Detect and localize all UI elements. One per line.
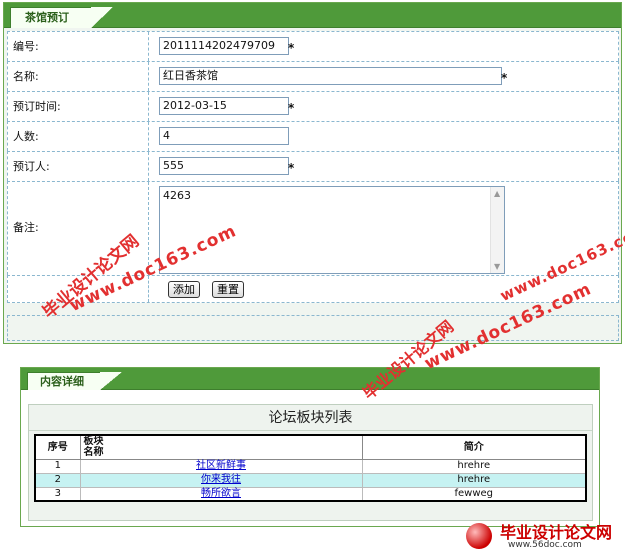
section-link[interactable]: 你来我往 [201, 474, 241, 485]
table-row: 2 你来我往 hrehre [34, 472, 587, 488]
forum-list-box: 论坛板块列表 序号 板块名称 简介 1 社区新鲜事 hrehre 2 你来我往 … [28, 404, 593, 521]
content-panel: 内容详细 论坛板块列表 序号 板块名称 简介 1 社区新鲜事 hrehre 2 … [20, 367, 600, 527]
row-name-cell: 社区新鲜事 [79, 458, 363, 474]
form-row-time: 预订时间: 2012-03-15 * [7, 91, 619, 121]
required-mark: * [288, 101, 295, 115]
people-input[interactable]: 4 [159, 127, 289, 145]
header-index: 序号 [34, 434, 81, 460]
reset-button[interactable]: 重置 [212, 281, 244, 298]
booking-tab-bar: 茶馆预订 [4, 3, 621, 28]
scroll-up-icon[interactable]: ▲ [494, 189, 500, 198]
form-row-booker: 预订人: 555 * [7, 151, 619, 181]
id-input[interactable]: 2011114202479709 [159, 37, 289, 55]
required-mark: * [288, 161, 295, 175]
logo-ball-icon [466, 523, 492, 549]
table-row: 1 社区新鲜事 hrehre [34, 458, 587, 474]
form-row-name: 名称: 红日香茶馆 * [7, 61, 619, 91]
forum-list-caption: 论坛板块列表 [29, 405, 592, 431]
content-tab-bar: 内容详细 [21, 368, 599, 390]
name-input[interactable]: 红日香茶馆 [159, 67, 502, 85]
add-button[interactable]: 添加 [168, 281, 200, 298]
site-logo: 毕业设计论文网 www.56doc.com [460, 519, 625, 554]
time-label: 预订时间: [8, 92, 149, 121]
row-intro: hrehre [361, 458, 587, 474]
section-link[interactable]: 畅所欲言 [201, 488, 241, 499]
row-intro: fewweg [361, 486, 587, 502]
logo-url: www.56doc.com [508, 540, 582, 550]
header-name-text: 板块名称 [83, 436, 104, 459]
booking-tab[interactable]: 茶馆预订 [10, 7, 92, 28]
header-name: 板块名称 [79, 434, 363, 460]
table-header-row: 序号 板块名称 简介 [34, 434, 587, 460]
row-name-cell: 畅所欲言 [79, 486, 363, 502]
booker-input[interactable]: 555 [159, 157, 289, 175]
row-index: 3 [34, 486, 81, 502]
name-label: 名称: [8, 62, 149, 91]
row-intro: hrehre [361, 472, 587, 488]
id-label: 编号: [8, 32, 149, 61]
form-row-id: 编号: 2011114202479709 * [7, 31, 619, 61]
time-input[interactable]: 2012-03-15 [159, 97, 289, 115]
row-index: 2 [34, 472, 81, 488]
required-mark: * [501, 71, 508, 85]
table-row: 3 畅所欲言 fewweg [34, 486, 587, 502]
header-intro: 简介 [361, 434, 587, 460]
required-mark: * [288, 41, 295, 55]
row-index: 1 [34, 458, 81, 474]
row-name-cell: 你来我往 [79, 472, 363, 488]
tab-corner [100, 372, 122, 390]
booker-label: 预订人: [8, 152, 149, 181]
remark-text: 4263 [163, 189, 191, 202]
textarea-scrollbar[interactable]: ▲ ▼ [490, 187, 504, 273]
scroll-down-icon[interactable]: ▼ [494, 262, 500, 271]
people-label: 人数: [8, 122, 149, 151]
forum-table: 序号 板块名称 简介 1 社区新鲜事 hrehre 2 你来我往 hrehre … [34, 434, 587, 502]
section-link[interactable]: 社区新鲜事 [196, 460, 246, 471]
form-row-people: 人数: 4 [7, 121, 619, 151]
tab-corner [91, 7, 113, 28]
content-tab[interactable]: 内容详细 [27, 372, 101, 390]
